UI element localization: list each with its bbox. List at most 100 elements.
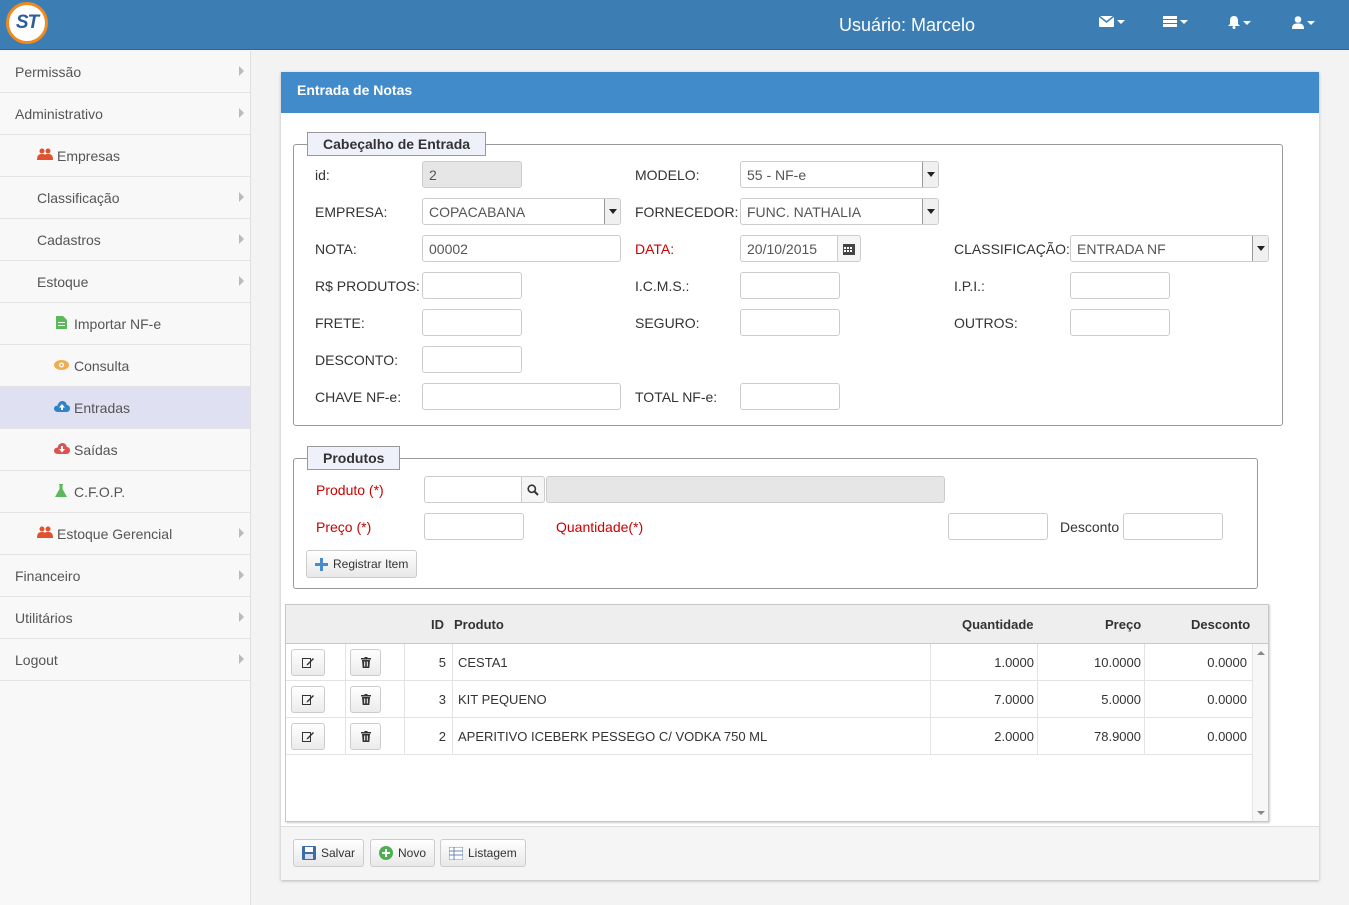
quantidade-input[interactable] xyxy=(948,513,1048,540)
nota-label: NOTA: xyxy=(315,241,357,257)
table-row[interactable]: 3 KIT PEQUENO 7.0000 5.0000 0.0000 xyxy=(286,681,1252,718)
nota-input[interactable]: 00002 xyxy=(422,235,621,262)
edit-button[interactable] xyxy=(291,649,325,676)
novo-label: Novo xyxy=(398,846,427,860)
table-row[interactable]: 5 CESTA1 1.0000 10.0000 0.0000 xyxy=(286,644,1252,681)
calendar-button[interactable] xyxy=(837,235,861,262)
sidebar-item-c-f-o-p[interactable]: C.F.O.P. xyxy=(0,471,250,513)
novo-button[interactable]: Novo xyxy=(370,839,436,867)
registrar-item-button[interactable]: Registrar Item xyxy=(306,550,418,578)
sidebar-item-label: Permissão xyxy=(15,63,82,80)
col-id[interactable]: ID xyxy=(431,617,444,632)
listagem-label: Listagem xyxy=(468,846,517,860)
delete-button[interactable] xyxy=(350,723,381,750)
dropdown-arrow-icon[interactable] xyxy=(922,199,938,224)
edit-button[interactable] xyxy=(291,723,325,750)
sidebar-item-utilit-rios[interactable]: Utilitários xyxy=(0,597,250,639)
sidebar-item-permiss-o[interactable]: Permissão xyxy=(0,51,250,93)
ipi-input[interactable] xyxy=(1070,272,1170,299)
total-input[interactable] xyxy=(740,383,840,410)
grid-header: ID Produto Quantidade Preço Desconto xyxy=(286,605,1268,644)
sidebar-item-sa-das[interactable]: Saídas xyxy=(0,429,250,471)
sidebar-item-label: Estoque xyxy=(37,273,89,290)
sidebar-item-estoque[interactable]: Estoque xyxy=(0,261,250,303)
scroll-up-icon[interactable] xyxy=(1257,651,1265,655)
cell-produto: CESTA1 xyxy=(458,655,508,670)
data-input[interactable]: 20/10/2015 xyxy=(740,235,838,262)
user-menu[interactable] xyxy=(1292,16,1315,29)
sidebar-item-empresas[interactable]: Empresas xyxy=(0,135,250,177)
empresa-select[interactable]: COPACABANA xyxy=(422,198,621,225)
cell-produto: APERITIVO ICEBERK PESSEGO C/ VODKA 750 M… xyxy=(458,729,768,744)
cloud-download-icon xyxy=(54,442,70,457)
sidebar-item-logout[interactable]: Logout xyxy=(0,639,250,681)
delete-button[interactable] xyxy=(350,649,381,676)
modelo-label: MODELO: xyxy=(635,167,700,183)
table-row[interactable]: 2 APERITIVO ICEBERK PESSEGO C/ VODKA 750 … xyxy=(286,718,1252,755)
search-icon xyxy=(527,483,539,496)
sidebar-item-label: Empresas xyxy=(57,147,121,164)
cell-preco: 10.0000 xyxy=(1094,655,1141,670)
produto-desconto-input[interactable] xyxy=(1123,513,1223,540)
edit-icon xyxy=(302,732,314,742)
classificacao-select[interactable]: ENTRADA NF xyxy=(1070,235,1269,262)
sidebar-item-financeiro[interactable]: Financeiro xyxy=(0,555,250,597)
search-button[interactable] xyxy=(521,476,545,503)
sidebar-item-label: Saídas xyxy=(74,441,118,458)
sidebar-item-cadastros[interactable]: Cadastros xyxy=(0,219,250,261)
delete-button[interactable] xyxy=(350,686,381,713)
modelo-value: 55 - NF-e xyxy=(747,167,807,183)
fornecedor-label: FORNECEDOR: xyxy=(635,204,739,220)
edit-button[interactable] xyxy=(291,686,325,713)
col-produto[interactable]: Produto xyxy=(454,617,504,632)
seguro-input[interactable] xyxy=(740,309,840,336)
sidebar-item-administrativo[interactable]: Administrativo xyxy=(0,93,250,135)
grid-scrollbar[interactable] xyxy=(1252,644,1268,821)
sidebar-item-estoque-gerencial[interactable]: Estoque Gerencial xyxy=(0,513,250,555)
dropdown-arrow-icon[interactable] xyxy=(1252,236,1268,261)
cell-desconto: 0.0000 xyxy=(1207,655,1247,670)
desconto-input[interactable] xyxy=(422,346,522,373)
modelo-select[interactable]: 55 - NF-e xyxy=(740,161,939,188)
frete-label: FRETE: xyxy=(315,315,365,331)
frete-input[interactable] xyxy=(422,309,522,336)
listagem-button[interactable]: Listagem xyxy=(440,839,526,867)
notifications-menu[interactable] xyxy=(1228,16,1251,29)
col-desconto[interactable]: Desconto xyxy=(1191,617,1250,632)
chevron-right-icon xyxy=(239,276,244,286)
produto-description-field xyxy=(546,476,945,503)
sidebar-item-classifica-o[interactable]: Classificação xyxy=(0,177,250,219)
salvar-button[interactable]: Salvar xyxy=(293,839,365,867)
sidebar-item-label: Classificação xyxy=(37,189,120,206)
chave-label: CHAVE NF-e: xyxy=(315,389,402,405)
col-preco[interactable]: Preço xyxy=(1105,617,1141,632)
cabecalho-fieldset: Cabeçalho de Entrada id: 2 MODELO: 55 - … xyxy=(293,132,1283,426)
dropdown-arrow-icon[interactable] xyxy=(604,199,620,224)
quantidade-label: Quantidade(*) xyxy=(556,519,644,535)
classificacao-label: CLASSIFICAÇÃO: xyxy=(954,241,1070,257)
messages-menu[interactable] xyxy=(1099,16,1125,27)
id-label: id: xyxy=(315,167,330,183)
sidebar-item-consulta[interactable]: Consulta xyxy=(0,345,250,387)
icms-input[interactable] xyxy=(740,272,840,299)
produtos-total-input[interactable] xyxy=(422,272,522,299)
fornecedor-select[interactable]: FUNC. NATHALIA xyxy=(740,198,939,225)
dropdown-arrow-icon[interactable] xyxy=(922,162,938,187)
preco-input[interactable] xyxy=(424,513,524,540)
empresa-label: EMPRESA: xyxy=(315,204,388,220)
produto-code-input[interactable] xyxy=(424,476,522,503)
chevron-down-icon xyxy=(1307,20,1315,25)
users-icon xyxy=(37,526,53,541)
sidebar-item-entradas[interactable]: Entradas xyxy=(0,387,250,429)
sidebar-item-importar-nf-e[interactable]: Importar NF-e xyxy=(0,303,250,345)
scroll-down-icon[interactable] xyxy=(1257,811,1265,815)
chevron-right-icon xyxy=(239,234,244,244)
chave-input[interactable] xyxy=(422,383,621,410)
cell-preco: 5.0000 xyxy=(1101,692,1141,707)
app-logo[interactable]: ST xyxy=(6,2,48,44)
col-quantidade[interactable]: Quantidade xyxy=(962,617,1034,632)
trash-icon xyxy=(360,731,371,742)
tasks-menu[interactable] xyxy=(1163,16,1188,27)
outros-input[interactable] xyxy=(1070,309,1170,336)
produto-desconto-label: Desconto xyxy=(1060,519,1120,535)
